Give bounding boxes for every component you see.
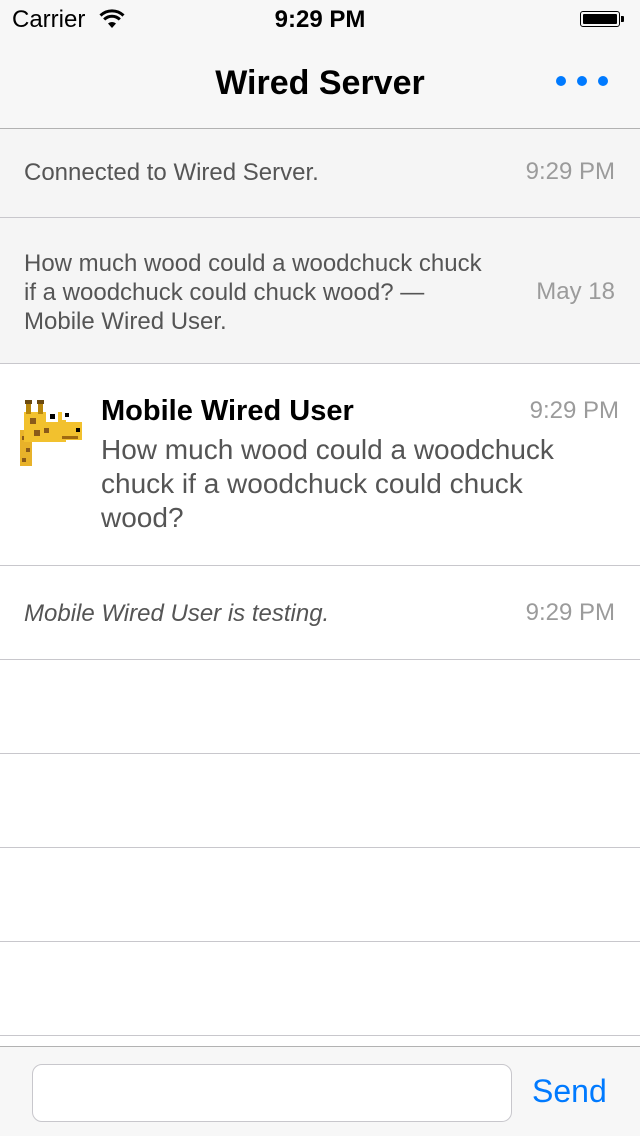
page-title: Wired Server [215, 64, 425, 102]
ellipsis-icon [577, 76, 587, 86]
giraffe-avatar-icon[interactable] [18, 400, 84, 466]
topic-text: How much wood could a woodchuck chuck if… [24, 250, 482, 335]
ellipsis-icon [598, 76, 608, 86]
message-composer: Send [0, 1046, 640, 1136]
event-text: Connected to Wired Server. [24, 159, 319, 186]
chat-time: 9:29 PM [529, 397, 619, 424]
empty-row [0, 942, 640, 1036]
chat-message-row[interactable]: Mobile Wired User 9:29 PM How much wood … [0, 364, 640, 566]
event-time: 9:29 PM [525, 158, 615, 185]
chat-nick: Mobile Wired User [101, 395, 354, 427]
topic-row: How much wood could a woodchuck chuck if… [0, 218, 640, 364]
action-text: Mobile Wired User is testing. [24, 600, 330, 627]
event-row: Connected to Wired Server. 9:29 PM [0, 129, 640, 218]
more-options-button[interactable] [556, 66, 608, 96]
status-bar: Carrier 9:29 PM [0, 0, 640, 40]
topic-date: May 18 [536, 278, 615, 305]
chat-text: How much wood could a woodchuck chuck if… [101, 434, 554, 533]
empty-row [0, 660, 640, 754]
message-input[interactable] [32, 1064, 512, 1122]
empty-row [0, 754, 640, 848]
send-button[interactable]: Send [532, 1073, 607, 1110]
empty-row [0, 848, 640, 942]
battery-icon [580, 11, 625, 29]
action-row: Mobile Wired User is testing. 9:29 PM [0, 566, 640, 660]
status-time: 9:29 PM [274, 6, 366, 33]
action-time: 9:29 PM [525, 599, 615, 626]
top-bar: Carrier 9:29 PM Wired Server [0, 0, 640, 129]
ellipsis-icon [556, 76, 566, 86]
